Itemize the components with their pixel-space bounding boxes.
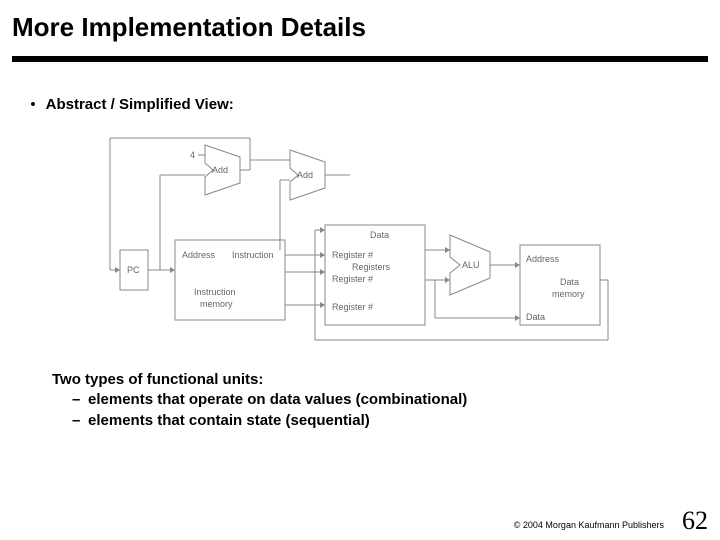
adder1-label: Add — [212, 165, 228, 175]
const-4-label: 4 — [190, 150, 195, 160]
reg-r2-label: Register # — [332, 274, 373, 284]
body-text: Two types of functional units: –elements… — [52, 370, 467, 431]
bullet-abstract-view: • Abstract / Simplified View: — [24, 96, 234, 113]
reg-r3-label: Register # — [332, 302, 373, 312]
imem-address-label: Address — [182, 250, 216, 260]
functional-units-item-2: –elements that contain state (sequential… — [52, 411, 467, 431]
dmem-name-1: Data — [560, 277, 579, 287]
page-number: 62 — [682, 506, 708, 536]
pc-label: PC — [127, 265, 140, 275]
imem-name-2: memory — [200, 299, 233, 309]
datapath-diagram: PC Address Instruction Instruction memor… — [90, 130, 610, 350]
imem-name-1: Instruction — [194, 287, 236, 297]
reg-title-label: Registers — [352, 262, 391, 272]
dmem-name-2: memory — [552, 289, 585, 299]
title-rule — [12, 56, 708, 62]
reg-r1-label: Register # — [332, 250, 373, 260]
adder2-label: Add — [297, 170, 313, 180]
bullet-dot-icon: • — [24, 96, 42, 113]
functional-units-heading: Two types of functional units: — [52, 370, 467, 390]
slide-title: More Implementation Details — [12, 12, 366, 43]
imem-instruction-label: Instruction — [232, 250, 274, 260]
bullet-text: Abstract / Simplified View: — [46, 96, 234, 113]
alu-label: ALU — [462, 260, 480, 270]
dmem-data-label: Data — [526, 312, 545, 322]
dmem-address-label: Address — [526, 254, 560, 264]
reg-data-label: Data — [370, 230, 389, 240]
functional-units-item-1: –elements that operate on data values (c… — [52, 390, 467, 410]
copyright-footer: © 2004 Morgan Kaufmann Publishers — [514, 520, 664, 530]
